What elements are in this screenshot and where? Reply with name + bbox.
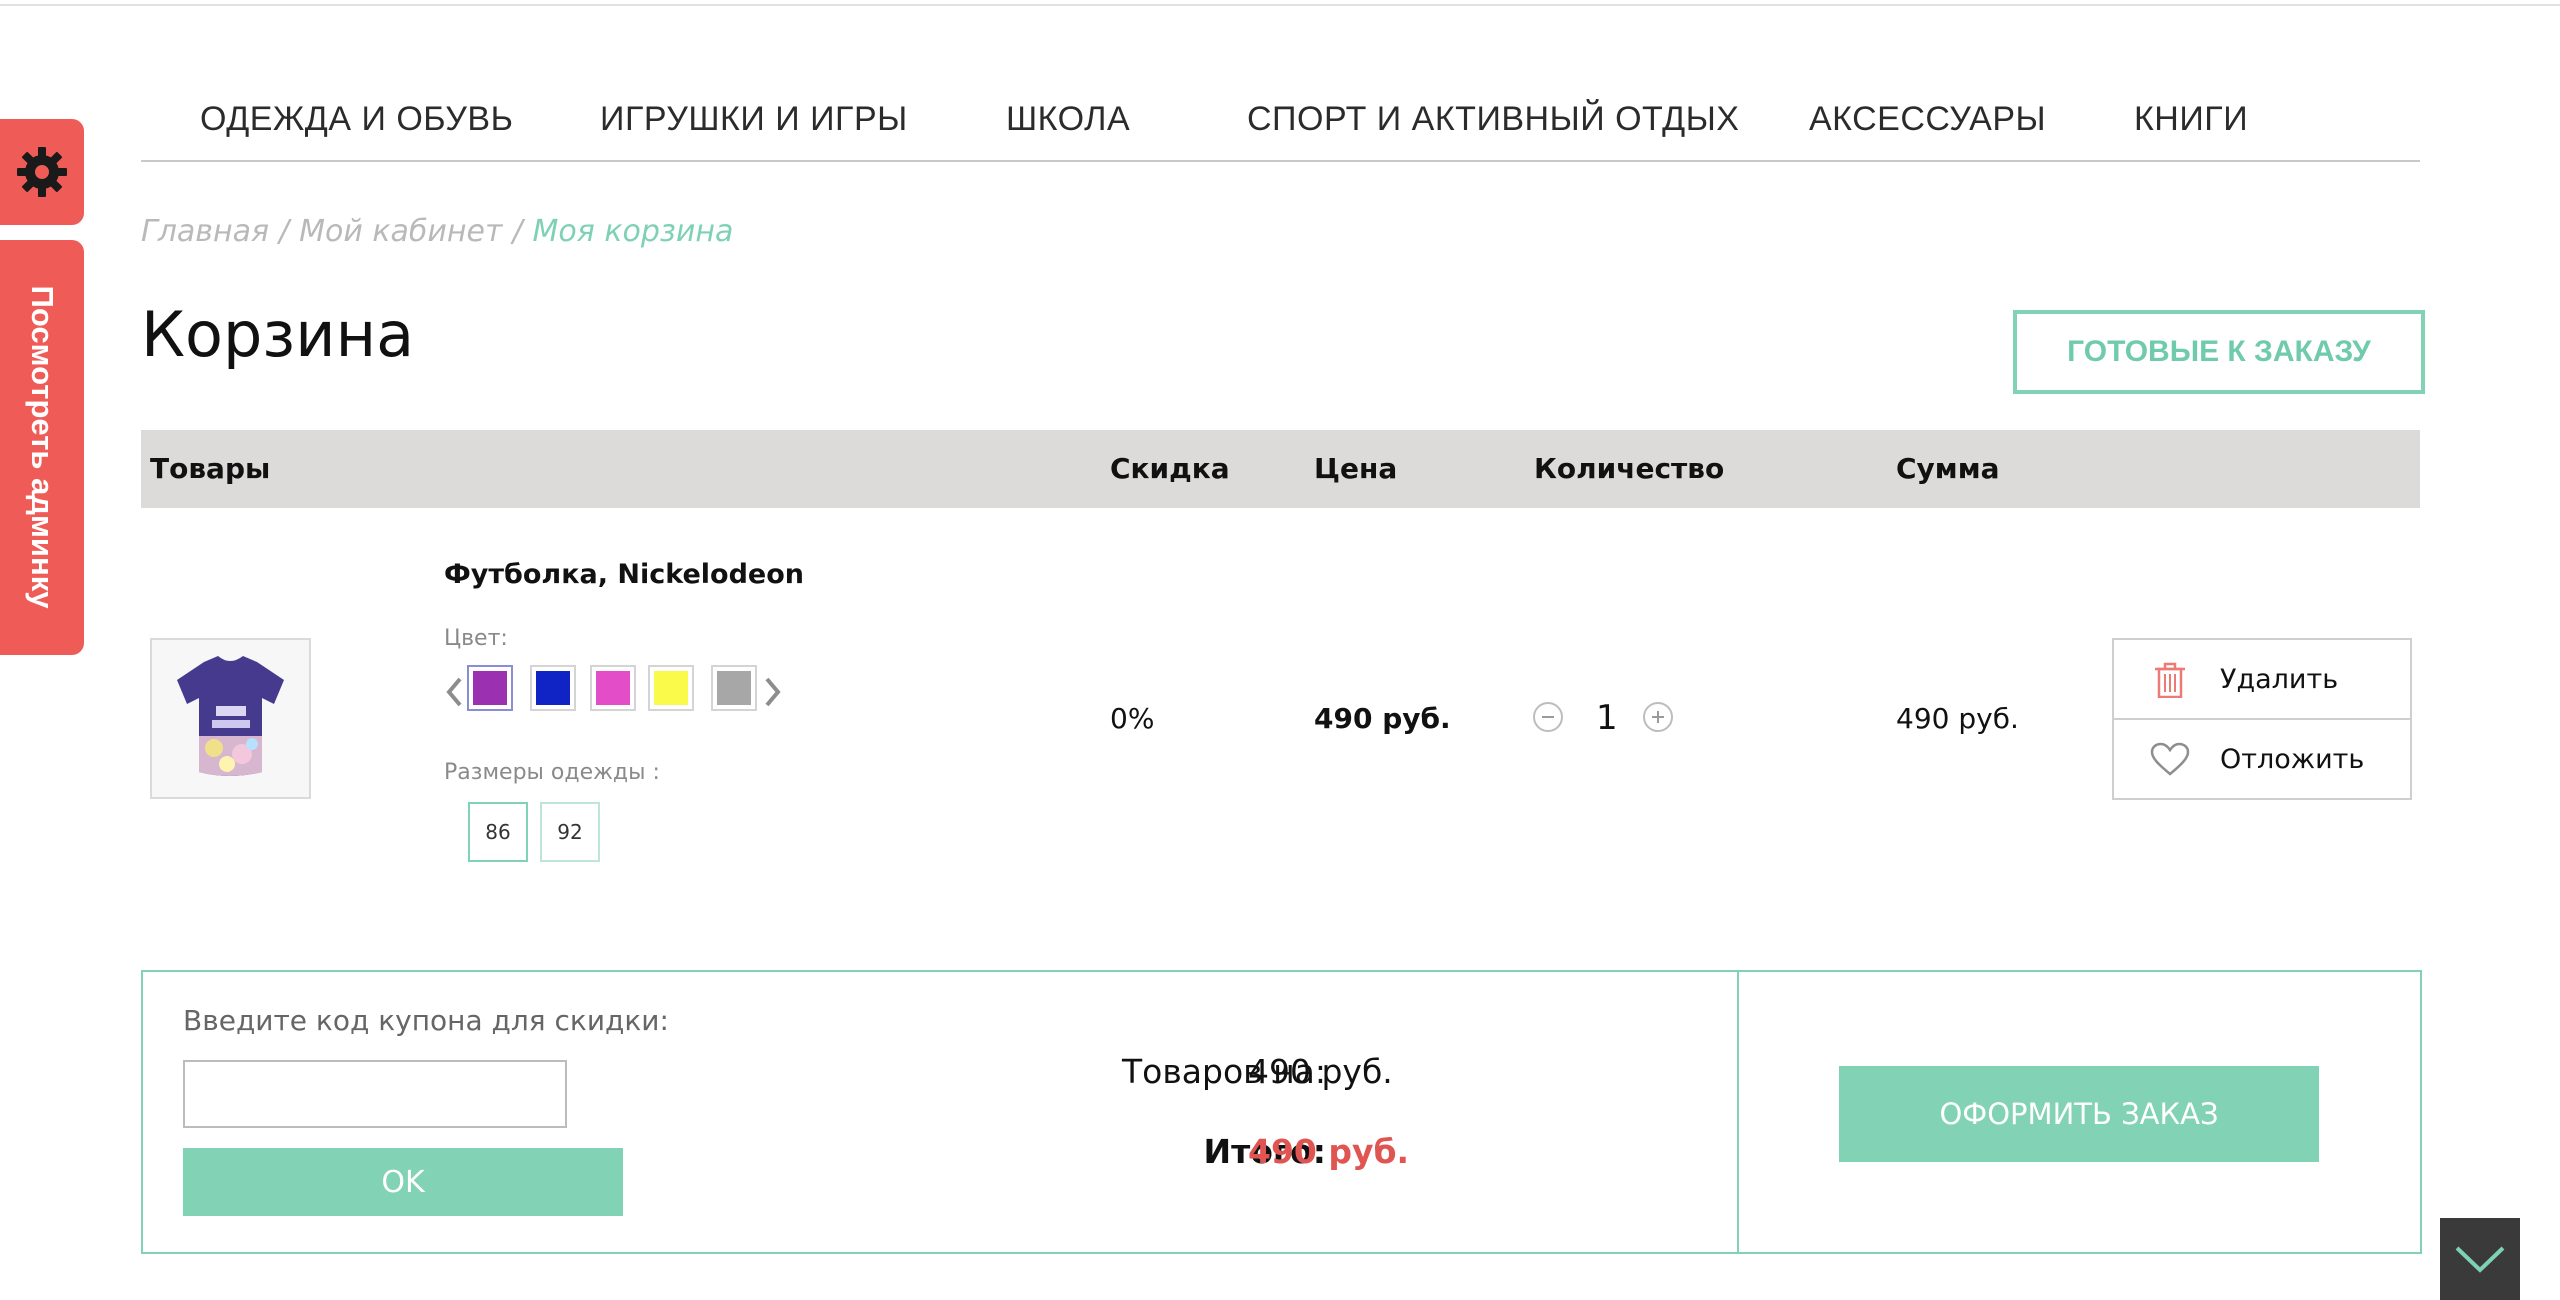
- total-value: 490 руб.: [1248, 1132, 1410, 1171]
- quantity-increase-button[interactable]: [1643, 702, 1673, 732]
- header-quantity: Количество: [1534, 452, 1725, 485]
- size-option[interactable]: 86: [468, 802, 528, 862]
- breadcrumb-current: Моя корзина: [532, 214, 734, 249]
- swatch-next-arrow[interactable]: [760, 672, 786, 712]
- minus-icon: [1542, 716, 1554, 718]
- swatch-fill-2: [596, 671, 630, 705]
- item-price: 490 руб.: [1314, 702, 1451, 735]
- quantity-decrease-button[interactable]: [1533, 702, 1563, 732]
- goods-total-value: 490 руб.: [1248, 1052, 1393, 1091]
- plus-icon: [1652, 711, 1664, 723]
- item-sum: 490 руб.: [1896, 702, 2019, 735]
- breadcrumb-separator: /: [279, 214, 290, 249]
- delete-button[interactable]: Удалить: [2114, 640, 2410, 720]
- coupon-input[interactable]: [183, 1060, 567, 1128]
- nav-item-books[interactable]: КНИГИ: [2134, 100, 2248, 139]
- heart-icon: [2150, 742, 2190, 776]
- admin-settings-button[interactable]: [0, 119, 84, 225]
- swatch-fill-0: [473, 671, 507, 705]
- checkout-button[interactable]: ОФОРМИТЬ ЗАКАЗ: [1839, 1066, 2319, 1162]
- coupon-ok-button[interactable]: OK: [183, 1148, 623, 1216]
- coupon-label: Введите код купона для скидки:: [183, 1004, 669, 1037]
- trash-icon: [2155, 662, 2185, 698]
- size-option[interactable]: 92: [540, 802, 600, 862]
- nav-item-toys[interactable]: ИГРУШКИ И ИГРЫ: [600, 100, 908, 139]
- color-swatch[interactable]: [530, 665, 576, 711]
- postpone-button[interactable]: Отложить: [2114, 720, 2410, 798]
- nav-item-accessories[interactable]: АКСЕССУАРЫ: [1809, 100, 2046, 139]
- color-swatch[interactable]: [590, 665, 636, 711]
- product-image[interactable]: [150, 638, 311, 799]
- gear-icon: [17, 147, 67, 197]
- breadcrumb-separator: /: [512, 214, 523, 249]
- nav-item-school[interactable]: ШКОЛА: [1006, 100, 1130, 139]
- color-swatch[interactable]: [467, 665, 513, 711]
- header-sum: Сумма: [1896, 452, 2000, 485]
- breadcrumb: Главная / Мой кабинет / Моя корзина: [141, 214, 733, 249]
- top-divider: [0, 4, 2560, 6]
- ready-to-order-button[interactable]: ГОТОВЫЕ К ЗАКАЗУ: [2013, 310, 2425, 394]
- product-name-link[interactable]: Футболка, Nickelodeon: [444, 559, 804, 590]
- postpone-label: Отложить: [2220, 743, 2365, 775]
- swatch-prev-arrow[interactable]: [441, 672, 467, 712]
- cart-table-header: Товары Скидка Цена Количество Сумма: [141, 430, 2420, 508]
- item-discount: 0%: [1110, 702, 1155, 735]
- main-nav: ОДЕЖДА И ОБУВЬ ИГРУШКИ И ИГРЫ ШКОЛА СПОР…: [141, 94, 2420, 162]
- header-goods: Товары: [150, 452, 271, 485]
- swatch-fill-4: [717, 671, 751, 705]
- delete-label: Удалить: [2220, 663, 2339, 695]
- swatch-fill-3: [654, 671, 688, 705]
- tshirt-image: [177, 656, 284, 776]
- page-title: Корзина: [141, 298, 415, 371]
- chevron-right-icon: [765, 677, 781, 707]
- sizes-label: Размеры одежды :: [444, 760, 660, 785]
- view-admin-label: Посмотреть админку: [25, 285, 60, 609]
- header-price: Цена: [1314, 452, 1398, 485]
- breadcrumb-home[interactable]: Главная: [141, 214, 269, 249]
- item-actions: Удалить Отложить: [2112, 638, 2412, 800]
- color-swatch[interactable]: [711, 665, 757, 711]
- chevron-left-icon: [446, 677, 462, 707]
- view-admin-tab[interactable]: Посмотреть админку: [0, 240, 84, 655]
- nav-item-sport[interactable]: СПОРТ И АКТИВНЫЙ ОТДЫХ: [1247, 100, 1739, 139]
- chevron-down-icon: [2455, 1246, 2505, 1273]
- breadcrumb-cabinet[interactable]: Мой кабинет: [299, 214, 502, 249]
- nav-item-clothes[interactable]: ОДЕЖДА И ОБУВЬ: [200, 100, 513, 139]
- color-label: Цвет:: [444, 626, 508, 651]
- quantity-value: 1: [1596, 698, 1618, 738]
- panel-divider: [1737, 972, 1739, 1252]
- scroll-down-button[interactable]: [2440, 1218, 2520, 1300]
- color-swatch[interactable]: [648, 665, 694, 711]
- header-discount: Скидка: [1110, 452, 1230, 485]
- checkout-panel: Введите код купона для скидки: OK Товаро…: [141, 970, 2422, 1254]
- swatch-fill-1: [536, 671, 570, 705]
